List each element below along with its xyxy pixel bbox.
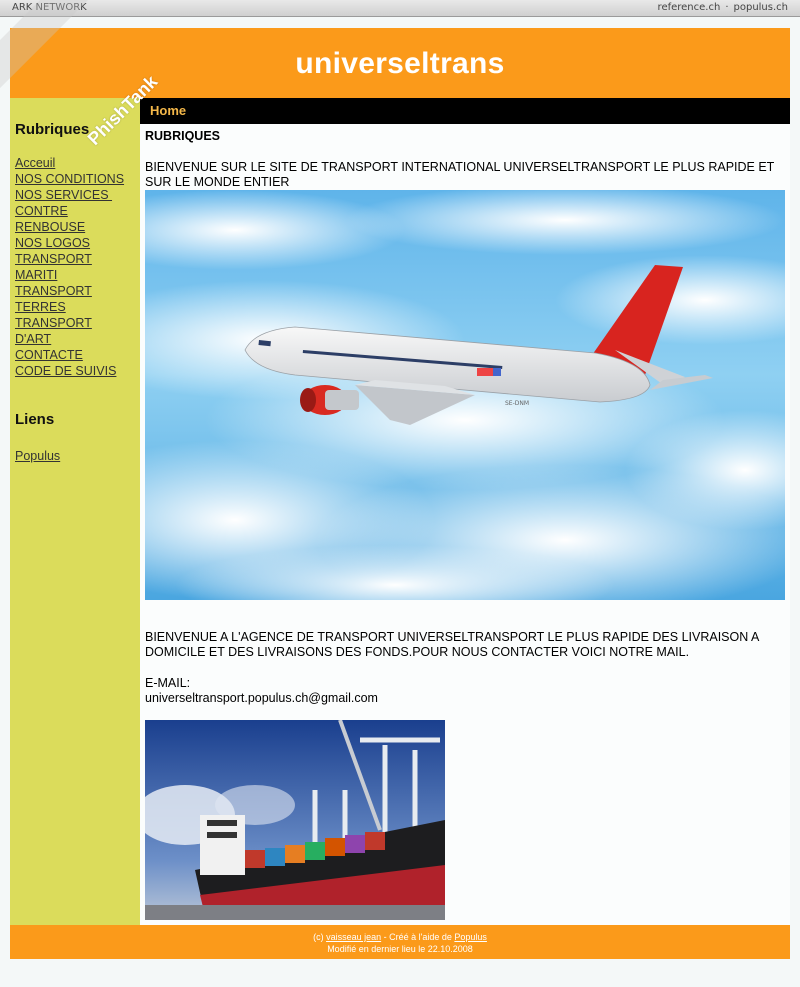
cargo-ship-image [145, 720, 445, 920]
sidebar-rubriques-title: Rubriques [15, 121, 90, 138]
welcome-text: BIENVENUE SUR LE SITE DE TRANSPORT INTER… [145, 160, 775, 189]
sidebar-item: NOS LOGOS [15, 235, 137, 251]
sidebar-item-renbouse[interactable]: RENBOUSE [15, 220, 85, 234]
sidebar-item: CODE DE SUIVIS [15, 363, 137, 379]
network-bar: ARK NETWORK reference.ch · populus.ch [0, 0, 800, 17]
email-label: E-MAIL: [145, 676, 191, 690]
email-address: universeltransport.populus.ch@gmail.com [145, 691, 378, 705]
sidebar-item: NOS SERVICES [15, 187, 137, 203]
sidebar-item-nos-conditions[interactable]: NOS CONDITIONS [15, 172, 124, 186]
footer-prefix: (c) [313, 932, 327, 942]
sidebar-item: TRANSPORT [15, 251, 137, 267]
sidebar-item: D'ART [15, 331, 137, 347]
sidebar-item: CONTACTE [15, 347, 137, 363]
sidebar-item: MARITI [15, 267, 137, 283]
footer-created-with: - Créé à l'aide de [381, 932, 455, 942]
top-nav-bar: Home [140, 98, 790, 124]
main-content: RUBRIQUES BIENVENUE SUR LE SITE DE TRANS… [140, 124, 790, 925]
footer-credits: (c) vaisseau jean - Créé à l'aide de Pop… [10, 931, 790, 943]
network-separator: · [725, 2, 729, 13]
populus-link[interactable]: populus.ch [734, 2, 789, 13]
network-label: ARK NETWORK [12, 2, 87, 13]
site-header: universeltrans [10, 28, 790, 98]
sidebar-item-code-de-suivis[interactable]: CODE DE SUIVIS [15, 364, 116, 378]
liens-list: Populus [15, 445, 60, 464]
sidebar-item-acceuil[interactable]: Acceuil [15, 156, 55, 170]
email-block: E-MAIL: universeltransport.populus.ch@gm… [145, 676, 785, 706]
liens-item: Populus [15, 445, 60, 464]
sidebar-item-contre[interactable]: CONTRE [15, 204, 68, 218]
site-footer: (c) vaisseau jean - Créé à l'aide de Pop… [10, 925, 790, 959]
sidebar-item-contacte[interactable]: CONTACTE [15, 348, 83, 362]
footer-author-link[interactable]: vaisseau jean [326, 932, 381, 942]
network-links: reference.ch · populus.ch [658, 0, 788, 16]
airplane-image: SE-DNM [145, 190, 785, 600]
sidebar-item: CONTRE [15, 203, 137, 219]
footer-modified-date: Modifié en dernier lieu le 22.10.2008 [327, 944, 473, 954]
sidebar-item-nos-logos[interactable]: NOS LOGOS [15, 236, 90, 250]
liens-item-populus[interactable]: Populus [15, 449, 60, 463]
home-link[interactable]: Home [150, 103, 186, 118]
sidebar-item: TERRES [15, 299, 137, 315]
sidebar: Rubriques Acceuil NOS CONDITIONS NOS SER… [10, 98, 140, 925]
sidebar-item: TRANSPORT [15, 283, 137, 299]
agency-text: BIENVENUE A L'AGENCE DE TRANSPORT UNIVER… [145, 630, 759, 659]
sidebar-item-transport-3[interactable]: TRANSPORT [15, 316, 92, 330]
plane-registration: SE-DNM [505, 400, 529, 407]
sidebar-item: RENBOUSE [15, 219, 137, 235]
reference-link[interactable]: reference.ch [658, 2, 721, 13]
sidebar-item: Acceuil [15, 155, 137, 171]
sidebar-item-transport-1[interactable]: TRANSPORT [15, 252, 92, 266]
sidebar-item-mariti[interactable]: MARITI [15, 268, 57, 282]
sidebar-item: TRANSPORT [15, 315, 137, 331]
sidebar-item-dart[interactable]: D'ART [15, 332, 51, 346]
cargo-ship-illustration [145, 720, 445, 920]
sidebar-nav: Acceuil NOS CONDITIONS NOS SERVICES CONT… [15, 155, 137, 379]
sidebar-item-terres[interactable]: TERRES [15, 300, 66, 314]
section-heading: RUBRIQUES [145, 129, 221, 143]
sidebar-item-transport-2[interactable]: TRANSPORT [15, 284, 92, 298]
site-title: universeltrans [295, 47, 505, 80]
sidebar-item: NOS CONDITIONS [15, 171, 137, 187]
footer-platform-link[interactable]: Populus [454, 932, 487, 942]
sidebar-liens-title: Liens [15, 411, 55, 428]
airplane-illustration: SE-DNM [145, 190, 785, 600]
sidebar-item-nos-services[interactable]: NOS SERVICES [15, 188, 112, 202]
